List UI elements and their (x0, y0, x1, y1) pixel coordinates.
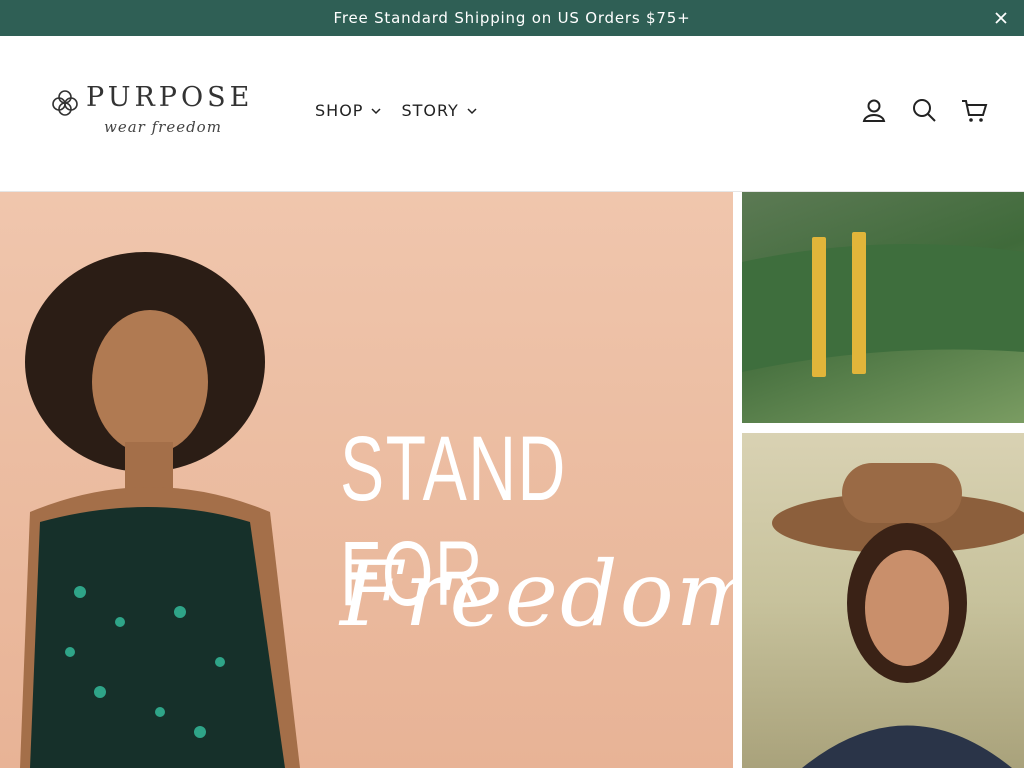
hat-model-photo (772, 463, 1024, 768)
nav-story-label: STORY (401, 101, 459, 120)
hero-script-text: Freedom (340, 542, 733, 647)
chevron-down-icon (467, 107, 477, 114)
cart-icon[interactable] (960, 96, 988, 124)
earrings-photo (742, 232, 1024, 377)
site-logo[interactable]: PURPOSE wear freedom (50, 82, 270, 144)
hat-model-image (742, 433, 1024, 768)
hero-main-image: STAND FOR Freedom (0, 192, 733, 768)
hero-banner[interactable]: STAND FOR Freedom (0, 192, 1024, 768)
announcement-text: Free Standard Shipping on US Orders $75+ (333, 9, 691, 27)
model-photo (20, 252, 300, 768)
logo-tagline: wear freedom (104, 118, 222, 136)
nav-shop-label: SHOP (315, 101, 364, 120)
nav-story[interactable]: STORY (401, 101, 477, 120)
nav-shop[interactable]: SHOP (315, 101, 381, 120)
close-icon[interactable] (992, 9, 1010, 27)
main-nav: SHOP STORY (315, 101, 477, 120)
search-icon[interactable] (910, 96, 938, 124)
header-icons (860, 96, 988, 124)
chevron-down-icon (371, 107, 381, 114)
site-header: PURPOSE wear freedom SHOP STORY (0, 36, 1024, 192)
earrings-image (742, 192, 1024, 423)
announcement-bar: Free Standard Shipping on US Orders $75+ (0, 0, 1024, 36)
logo-wordmark: PURPOSE (86, 82, 254, 113)
account-icon[interactable] (860, 96, 888, 124)
flower-logo-icon (52, 90, 78, 116)
